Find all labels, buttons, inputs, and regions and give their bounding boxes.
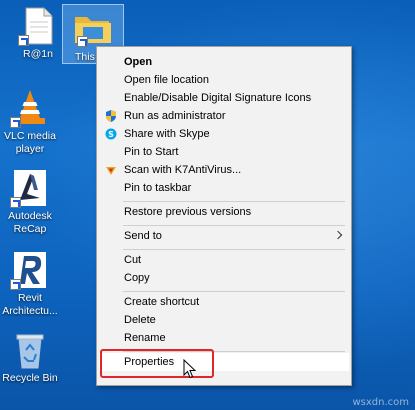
desktop-icon-recap[interactable]: Autodesk ReCap	[0, 168, 66, 236]
revit-icon	[10, 250, 50, 290]
menu-item-share-with-skype[interactable]: S Share with Skype	[99, 125, 349, 143]
vlc-cone-icon	[10, 88, 50, 128]
shortcut-arrow-icon	[10, 197, 21, 208]
desktop-icon-label: Recycle Bin	[2, 372, 58, 384]
menu-item-cut[interactable]: Cut	[99, 251, 349, 269]
desktop-icon-vlc[interactable]: VLC media player	[0, 88, 66, 156]
desktop-icon-recycle-bin[interactable]: Recycle Bin	[0, 330, 66, 385]
menu-item-label: Run as administrator	[124, 110, 226, 122]
k7-antivirus-icon	[105, 164, 117, 176]
menu-item-rename[interactable]: Rename	[99, 329, 349, 347]
menu-item-pin-to-start[interactable]: Pin to Start	[99, 143, 349, 161]
desktop-icon-label: Autodesk ReCap	[8, 210, 52, 235]
menu-separator	[123, 201, 345, 202]
menu-separator	[123, 225, 345, 226]
shortcut-arrow-icon	[10, 117, 21, 128]
menu-item-label: Send to	[124, 230, 162, 242]
menu-item-pin-to-taskbar[interactable]: Pin to taskbar	[99, 179, 349, 197]
folder-icon	[73, 9, 113, 49]
menu-item-restore-previous-versions[interactable]: Restore previous versions	[99, 203, 349, 221]
menu-item-run-as-administrator[interactable]: Run as administrator	[99, 107, 349, 125]
desktop-icon-label: VLC media player	[4, 130, 56, 155]
menu-item-create-shortcut[interactable]: Create shortcut	[99, 293, 349, 311]
menu-item-open-file-location[interactable]: Open file location	[99, 71, 349, 89]
mouse-pointer-icon	[183, 358, 197, 379]
menu-item-label: Scan with K7AntiVirus...	[124, 164, 242, 176]
uac-shield-icon	[105, 110, 117, 122]
menu-item-digital-signature[interactable]: Enable/Disable Digital Signature Icons	[99, 89, 349, 107]
menu-separator	[123, 291, 345, 292]
desktop-icon-label: Revit Architectu...	[2, 292, 58, 317]
svg-text:S: S	[108, 130, 114, 139]
shortcut-arrow-icon	[10, 279, 21, 290]
desktop-icon-revit[interactable]: Revit Architectu...	[0, 250, 66, 318]
shortcut-arrow-icon	[18, 35, 29, 46]
menu-item-open[interactable]: Open	[99, 53, 349, 71]
shortcut-arrow-icon	[77, 36, 88, 47]
desktop-icon-label: This	[75, 51, 95, 63]
skype-icon: S	[105, 128, 117, 140]
menu-item-delete[interactable]: Delete	[99, 311, 349, 329]
autodesk-recap-icon	[10, 168, 50, 208]
menu-item-scan-antivirus[interactable]: Scan with K7AntiVirus...	[99, 161, 349, 179]
document-file-icon	[18, 6, 58, 46]
watermark: wsxdn.com	[352, 397, 409, 408]
menu-item-copy[interactable]: Copy	[99, 269, 349, 287]
menu-item-send-to[interactable]: Send to	[99, 227, 349, 245]
context-menu: Open Open file location Enable/Disable D…	[96, 46, 352, 386]
menu-separator	[123, 249, 345, 250]
chevron-right-icon	[333, 230, 343, 240]
menu-item-label: Share with Skype	[124, 128, 210, 140]
recycle-bin-icon	[10, 330, 50, 370]
